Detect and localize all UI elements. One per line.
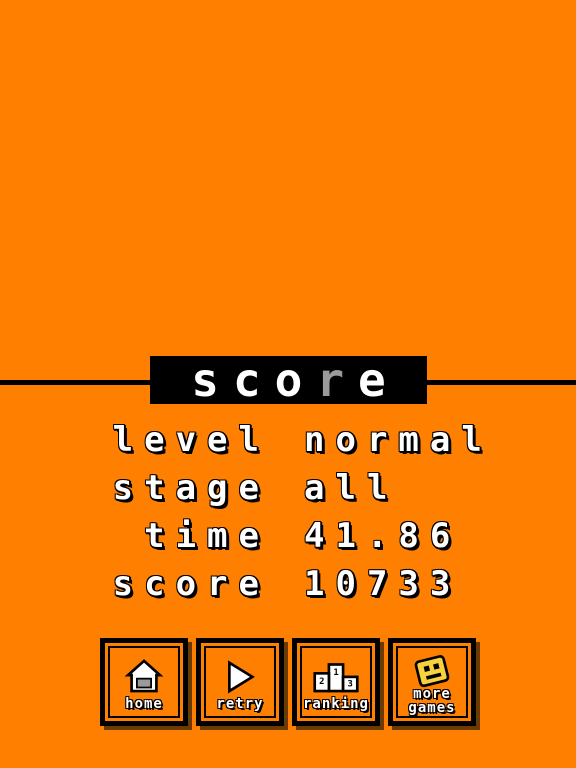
stat-label: score — [112, 564, 270, 604]
stat-value: 41.86 — [304, 516, 462, 556]
home-button[interactable]: home — [100, 638, 188, 726]
podium-rank-2: 2 — [319, 677, 324, 687]
stat-row-level: level normal — [0, 420, 576, 460]
stat-value: all — [304, 468, 399, 508]
ranking-button[interactable]: 1 2 3 ranking — [292, 638, 380, 726]
more-games-label-line1: more — [413, 686, 451, 702]
home-label: home — [125, 696, 163, 712]
stat-label: level — [112, 420, 270, 460]
stat-row-score: score 10733 — [0, 564, 576, 604]
stat-label: time — [144, 516, 270, 556]
play-icon — [228, 660, 255, 694]
podium-rank-3: 3 — [348, 680, 353, 690]
podium-icon: 1 2 3 — [313, 663, 359, 693]
stat-value: 10733 — [304, 564, 462, 604]
stat-row-time: time 41.86 — [0, 516, 576, 556]
stat-row-stage: stage all — [0, 468, 576, 508]
home-icon — [124, 659, 164, 693]
more-games-label-line2: games — [408, 700, 456, 716]
retry-label: retry — [216, 696, 264, 712]
podium-rank-1: 1 — [333, 668, 338, 678]
ranking-label: ranking — [302, 696, 369, 712]
more-games-button[interactable]: more games — [388, 638, 476, 726]
more-games-label: more games — [393, 687, 471, 715]
retry-button[interactable]: retry — [196, 638, 284, 726]
stats-panel: level normal stage all time 41.86 score … — [0, 0, 576, 768]
stat-label: stage — [112, 468, 270, 508]
stat-value: normal — [304, 420, 493, 460]
